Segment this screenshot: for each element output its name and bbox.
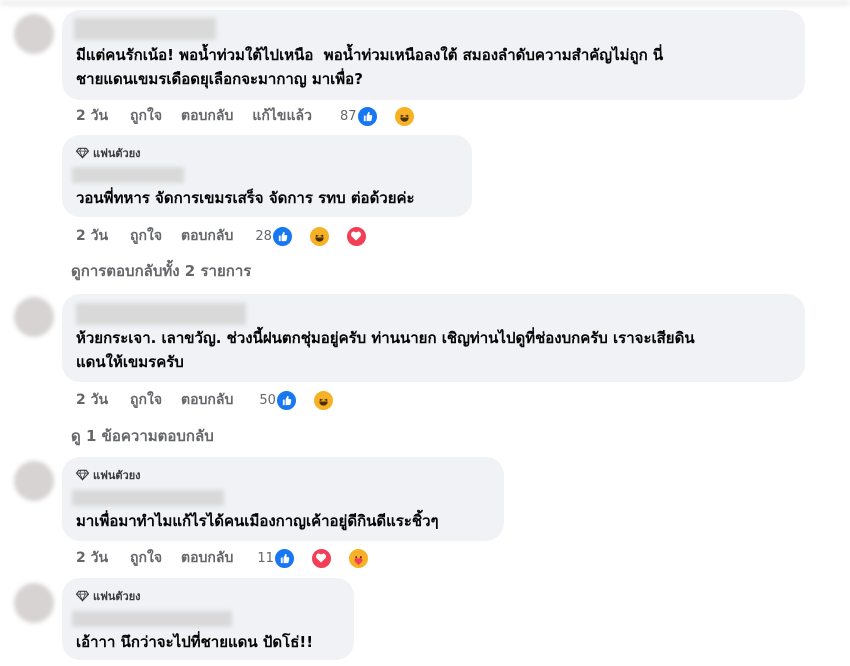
- diamond-icon: [76, 469, 89, 481]
- reply-button[interactable]: ตอบกลับ: [181, 389, 233, 411]
- reaction-summary[interactable]: 28: [255, 225, 386, 247]
- love-icon: [345, 225, 367, 247]
- diamond-icon: [76, 147, 89, 159]
- badge-label: แฟนตัวยง: [93, 147, 141, 160]
- like-button[interactable]: ถูกใจ: [130, 547, 162, 569]
- view-one-reply-link[interactable]: ดู 1 ข้อความตอบกลับ: [71, 424, 214, 448]
- reply-button[interactable]: ตอบกลับ: [181, 225, 233, 247]
- reply-button[interactable]: ตอบกลับ: [181, 547, 233, 569]
- like-button[interactable]: ถูกใจ: [130, 225, 162, 247]
- badge-label: แฟนตัวยง: [93, 590, 141, 603]
- comment-timestamp[interactable]: 2 วัน: [76, 547, 108, 569]
- comment-actions: 2 วัน ถูกใจ ตอบกลับ 28: [76, 225, 386, 247]
- top-fan-badge: แฟนตัวยง: [76, 144, 141, 162]
- comment-timestamp[interactable]: 2 วัน: [76, 225, 108, 247]
- commenter-name-redacted[interactable]: [72, 490, 224, 506]
- comment-text: มีแต่คนรักเน้อ! พอน้ำท่วมใต้ไปเหนือ พอน้…: [76, 46, 664, 88]
- comment-text: ห้วยกระเจา. เลาขวัญ. ช่วงนี้ฝนตกชุ่มอยู่…: [76, 329, 695, 371]
- haha-icon: [312, 389, 334, 411]
- avatar[interactable]: [14, 583, 54, 623]
- like-icon: [356, 105, 378, 127]
- avatar[interactable]: [14, 461, 54, 501]
- care-icon: [347, 547, 369, 569]
- top-fan-badge: แฟนตัวยง: [76, 466, 141, 484]
- comment-bubble: แฟนตัวยง มาเพื่อมาทำไมแก้ไรได้คนเมืองกาญ…: [62, 457, 504, 541]
- commenter-name-redacted[interactable]: [72, 611, 232, 627]
- reaction-count: 11: [257, 550, 274, 566]
- reaction-count: 87: [339, 108, 357, 124]
- reaction-summary[interactable]: 50: [259, 389, 353, 411]
- comment-actions: 2 วัน ถูกใจ ตอบกลับ แก้ไขแล้ว 87: [76, 105, 434, 127]
- commenter-name-redacted[interactable]: [72, 167, 184, 183]
- love-icon: [310, 547, 332, 569]
- comment-bubble: มีแต่คนรักเน้อ! พอน้ำท่วมใต้ไปเหนือ พอน้…: [62, 10, 805, 100]
- commenter-name-redacted[interactable]: [76, 303, 246, 325]
- view-all-replies-link[interactable]: ดูการตอบกลับทั้ง 2 รายการ: [71, 259, 251, 283]
- comment-bubble: แฟนตัวยง เอ้าาา นึกว่าจะไปที่ชายแดน ปัดโ…: [62, 578, 354, 660]
- cropped-top-edge: [0, 0, 850, 6]
- like-icon: [273, 547, 295, 569]
- comment-text: เอ้าาา นึกว่าจะไปที่ชายแดน ปัดโธ่!!: [76, 633, 314, 651]
- reaction-count: 50: [259, 392, 276, 408]
- badge-label: แฟนตัวยง: [93, 469, 141, 482]
- comment-bubble: แฟนตัวยง วอนพี่ทหาร จัดการเขมรเสร็จ จัดก…: [62, 135, 472, 217]
- comment-timestamp[interactable]: 2 วัน: [76, 105, 108, 127]
- comment-text: วอนพี่ทหาร จัดการเขมรเสร็จ จัดการ รทบ ต่…: [76, 189, 415, 207]
- reply-button[interactable]: ตอบกลับ: [181, 105, 233, 127]
- commenter-name-redacted[interactable]: [74, 18, 216, 40]
- like-icon: [275, 389, 297, 411]
- like-icon: [271, 225, 293, 247]
- diamond-icon: [76, 590, 89, 602]
- reaction-summary[interactable]: 11: [257, 547, 388, 569]
- haha-icon: [308, 225, 330, 247]
- edited-label: แก้ไขแล้ว: [252, 108, 312, 124]
- reaction-count: 28: [255, 228, 272, 244]
- comment-timestamp[interactable]: 2 วัน: [76, 389, 108, 411]
- avatar[interactable]: [14, 297, 54, 337]
- haha-icon: [393, 105, 415, 127]
- top-fan-badge: แฟนตัวยง: [76, 587, 141, 605]
- comment-bubble: ห้วยกระเจา. เลาขวัญ. ช่วงนี้ฝนตกชุ่มอยู่…: [62, 294, 805, 382]
- like-button[interactable]: ถูกใจ: [130, 389, 162, 411]
- reaction-summary[interactable]: 87: [339, 105, 434, 127]
- comment-actions: 2 วัน ถูกใจ ตอบกลับ 11: [76, 547, 388, 569]
- comment-text: มาเพื่อมาทำไมแก้ไรได้คนเมืองกาญเค้าอยู่ด…: [76, 512, 439, 530]
- avatar[interactable]: [14, 14, 54, 54]
- comment-actions: 2 วัน ถูกใจ ตอบกลับ 50: [76, 389, 353, 411]
- like-button[interactable]: ถูกใจ: [130, 105, 162, 127]
